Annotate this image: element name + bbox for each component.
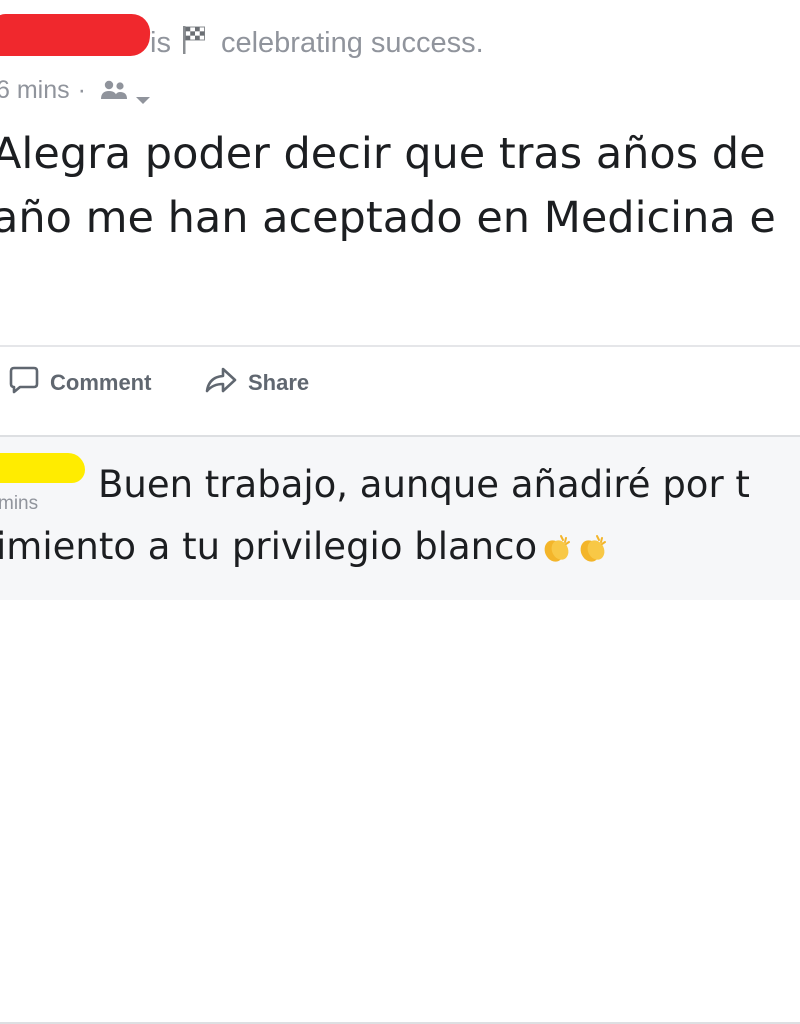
clapping-hands-icon [577, 531, 609, 563]
meta-separator: · [77, 75, 86, 104]
friends-icon[interactable] [100, 79, 130, 101]
post-body: Alegra poder decir que tras años de año … [0, 122, 800, 250]
post-body-line: año me han aceptado en Medicina e [0, 193, 776, 243]
comment-text-line-2: imiento a tu privilegio blanco [0, 525, 609, 568]
post-meta: 6 mins · [0, 70, 152, 110]
comment-icon [8, 365, 50, 401]
redacted-author-name [0, 14, 152, 56]
post-timestamp[interactable]: 6 mins [0, 76, 70, 105]
redacted-commenter-name [0, 453, 85, 483]
header-verb: is [150, 26, 171, 59]
activity-text: celebrating success. [220, 26, 484, 59]
checkered-flag-icon [181, 25, 207, 55]
comment-text-line: imiento a tu privilegio blanco [0, 525, 538, 568]
share-button-label: Share [248, 370, 310, 395]
post-card: is celebrating success. 6 mins · Alegra … [0, 0, 800, 345]
comment-text-line: Buen trabajo, aunque añadiré por t [98, 463, 750, 506]
share-button[interactable]: Share [204, 347, 309, 419]
comment-button[interactable]: Comment [8, 347, 151, 419]
share-icon [204, 366, 248, 400]
comment-section: mins Buen trabajo, aunque añadiré por t … [0, 437, 800, 1024]
comment-timestamp[interactable]: mins [0, 493, 38, 515]
post-action-bar: Comment Share [0, 347, 800, 435]
comment-button-label: Comment [50, 370, 152, 395]
chevron-down-icon[interactable] [134, 84, 152, 104]
clapping-hands-icon [541, 531, 573, 563]
post-body-line: Alegra poder decir que tras años de [0, 129, 766, 179]
post-header: is celebrating success. [150, 18, 484, 68]
